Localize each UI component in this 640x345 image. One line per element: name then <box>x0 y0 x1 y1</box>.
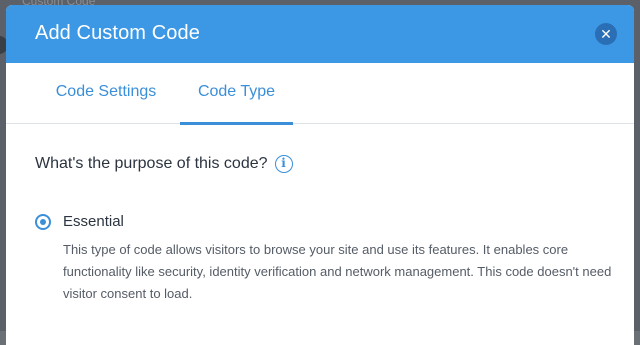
tab-code-settings[interactable]: Code Settings <box>46 63 166 124</box>
dialog-tabs: Code Settings Code Type <box>6 63 634 125</box>
dialog-header: Add Custom Code ✕ <box>6 5 634 63</box>
active-tab-indicator <box>180 122 293 125</box>
tab-code-type[interactable]: Code Type <box>180 63 293 125</box>
add-custom-code-dialog: Add Custom Code ✕ Code Settings Code Typ… <box>6 5 634 345</box>
tab-code-type-label: Code Type <box>197 83 276 100</box>
purpose-question: What's the purpose of this code? i <box>35 155 293 173</box>
close-icon: ✕ <box>600 26 612 42</box>
essential-description: This type of code allows visitors to bro… <box>63 242 612 301</box>
purpose-question-text: What's the purpose of this code? <box>35 155 268 172</box>
essential-option[interactable]: Essential <box>35 213 124 230</box>
dialog-title: Add Custom Code <box>35 22 200 44</box>
essential-label[interactable]: Essential <box>63 213 124 230</box>
info-icon[interactable]: i <box>274 155 293 173</box>
close-button[interactable]: ✕ <box>595 23 617 45</box>
essential-radio[interactable] <box>35 213 51 230</box>
